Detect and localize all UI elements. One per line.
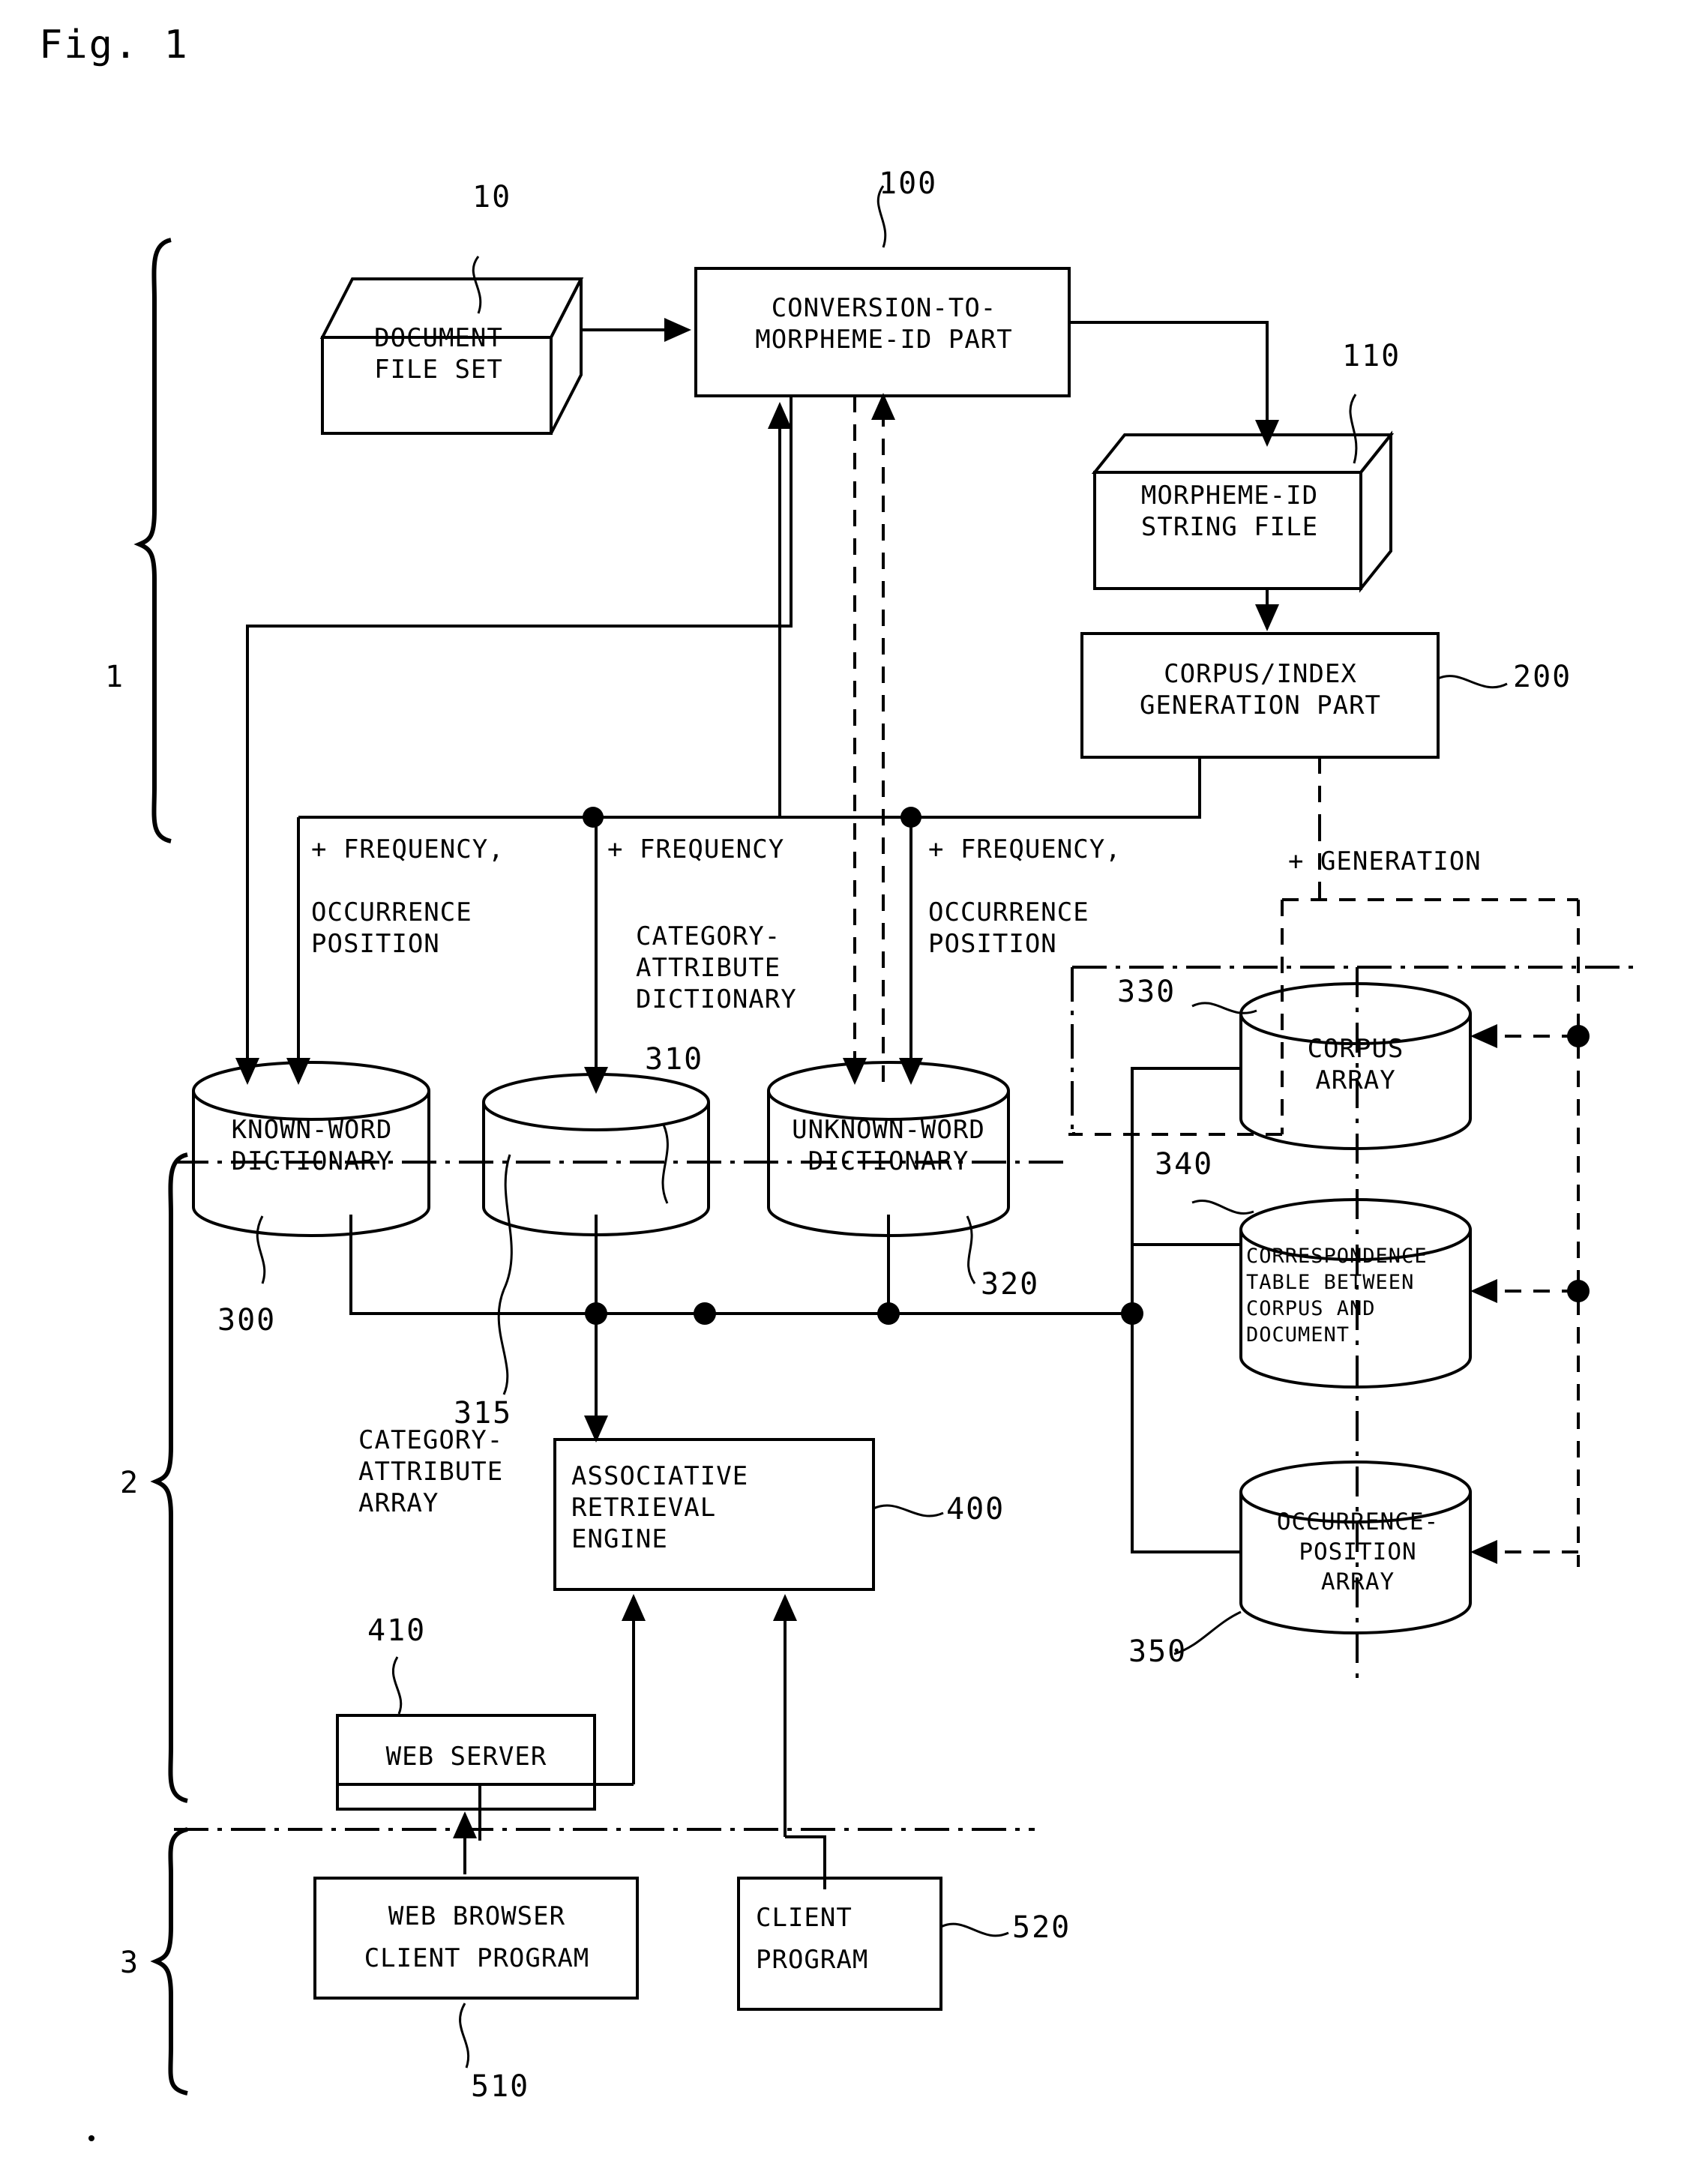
brace-group-3 [150,1827,188,2096]
conversion-part-label: CONVERSION-TO- MORPHEME-ID PART [755,293,1013,355]
associative-retrieval-engine-label: ASSOCIATIVE RETRIEVAL ENGINE [571,1461,749,1554]
leader-410 [392,1656,403,1715]
line-bus-to-corpus-array [1131,1067,1241,1314]
junction-dot [877,1302,900,1325]
group-label-1: 1 [105,660,124,694]
leader-400 [873,1504,944,1517]
client-program-label: CLIENT PROGRAM [756,1903,869,1975]
ref-320: 320 [981,1267,1040,1302]
ref-330: 330 [1117,975,1176,1009]
known-word-dictionary-label: KNOWN-WORD DICTIONARY [231,1115,393,1176]
web-server-label: WEB SERVER [385,1742,547,1772]
leader-340 [1191,1200,1254,1215]
leader-510 [459,2003,470,2069]
ref-520: 520 [1012,1910,1071,1945]
unknown-word-dictionary-label: UNKNOWN-WORD DICTIONARY [792,1115,985,1176]
junction-dot [694,1302,716,1325]
ref-100: 100 [879,166,938,201]
leader-315 [497,1154,513,1395]
leader-300 [256,1215,266,1284]
category-attribute-dictionary-shape [482,1073,710,1236]
brace-group-1 [133,238,172,843]
ref-310: 310 [645,1042,704,1077]
ref-510: 510 [471,2069,530,2104]
group-label-3: 3 [120,1946,139,1980]
web-browser-client-label: WEB BROWSER CLIENT PROGRAM [364,1901,590,1973]
ref-200: 200 [1513,660,1572,694]
arrow-conversion-to-morphemefile [1069,321,1279,447]
group-label-2: 2 [120,1466,139,1500]
page-mark [88,2135,94,2141]
annotation-category-attribute-dictionary: CATEGORY- ATTRIBUTE DICTIONARY [636,921,797,1014]
ref-110: 110 [1342,339,1401,373]
line-corpusgen-to-bus [911,757,1201,819]
occurrence-position-array-label: OCCURRENCE- POSITION ARRAY [1276,1508,1440,1595]
annotation-freq-occurrence-left: + FREQUENCY, OCCURRENCE POSITION [311,834,505,959]
annotation-generation: + GENERATION [1288,846,1482,876]
ref-340: 340 [1155,1147,1214,1182]
leader-10 [472,256,482,314]
morpheme-id-string-file-label: MORPHEME-ID STRING FILE [1140,481,1319,542]
annotation-category-attribute-array: CATEGORY- ATTRIBUTE ARRAY [358,1425,504,1518]
ref-400: 400 [946,1492,1005,1526]
leader-520 [940,1922,1009,1937]
corpus-index-gen-label: CORPUS/INDEX GENERATION PART [1139,659,1382,721]
leader-110 [1349,394,1358,464]
brace-group-2 [150,1152,188,1803]
junction-dot [583,807,604,828]
line-bus-to-occurrence-array [1131,1314,1241,1553]
line-webserver-branch [478,1783,634,1841]
leader-310 [661,1124,669,1204]
correspondence-table-label: CORRESPONDENCE TABLE BETWEEN CORPUS AND … [1246,1245,1428,1347]
annotation-freq-occurrence-right: + FREQUENCY, OCCURRENCE POSITION [928,834,1122,959]
leader-200 [1437,675,1508,689]
junction-dot [1567,1025,1590,1047]
corpus-array-label: CORPUS ARRAY [1307,1034,1404,1095]
junction-dot [585,1302,607,1325]
junction-dot [1567,1280,1590,1302]
figure-page: Fig. 1 1 2 3 10 100 110 200 300 310 315 … [0,0,1708,2172]
document-file-set-label: DOCUMENT FILE SET [374,323,503,385]
line-clientprogram-branch [785,1835,826,1889]
annotation-freq-middle: + FREQUENCY [607,834,785,864]
ref-300: 300 [217,1303,277,1338]
boundary-right-left [1071,967,1074,1134]
ref-350: 350 [1128,1634,1188,1669]
ref-10: 10 [472,180,512,214]
ref-410: 410 [367,1613,427,1648]
